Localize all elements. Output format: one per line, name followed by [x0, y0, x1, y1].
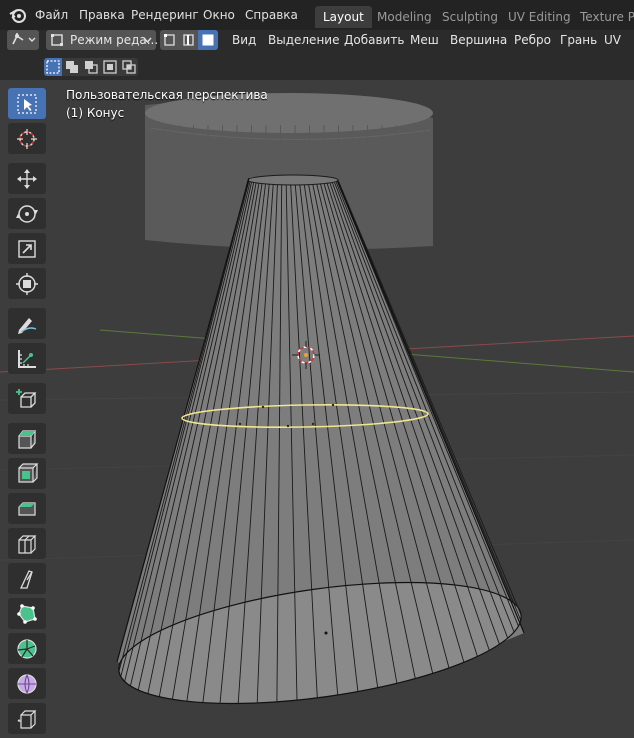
- add-cube-icon: [16, 389, 37, 408]
- tool-rotate[interactable]: [8, 198, 46, 229]
- measure-ruler-icon: [18, 350, 36, 368]
- header-menu-face[interactable]: Грань: [560, 30, 597, 50]
- mode-selector[interactable]: Режим реда...: [46, 30, 158, 50]
- header-menu-view[interactable]: Вид: [232, 30, 256, 50]
- face-select-icon: [202, 34, 214, 46]
- select-new-icon: [46, 60, 60, 74]
- tool-scale[interactable]: [8, 233, 46, 264]
- tool-extrude-region[interactable]: [8, 423, 46, 454]
- tab-uv-editing[interactable]: UV Editing: [500, 6, 579, 28]
- tool-poly-build[interactable]: [8, 598, 46, 629]
- select-extend-icon: [66, 61, 78, 73]
- select-extend-button[interactable]: [63, 58, 81, 76]
- edge-select-icon: [183, 34, 194, 46]
- tab-sculpting[interactable]: Sculpting: [434, 6, 506, 28]
- tool-cursor[interactable]: [8, 123, 46, 154]
- tool-spin[interactable]: [8, 633, 46, 664]
- knife-icon: [19, 570, 33, 589]
- header-menu-add[interactable]: Добавить: [344, 30, 404, 50]
- axes-icon: [12, 33, 36, 45]
- loop-cut-icon: [18, 535, 37, 554]
- inset-faces-icon: [18, 463, 39, 483]
- tool-transform[interactable]: [8, 268, 46, 299]
- tool-add-cube[interactable]: [8, 383, 46, 414]
- tool-shrink-fatten[interactable]: [8, 703, 46, 734]
- select-subtract-button[interactable]: [82, 58, 100, 76]
- select-new-button[interactable]: [44, 58, 62, 76]
- select-box-icon: [17, 94, 37, 114]
- tab-texture-paint[interactable]: Texture Pa: [572, 6, 634, 28]
- scene-canvas[interactable]: [0, 80, 634, 738]
- tab-layout[interactable]: Layout: [315, 6, 372, 28]
- smooth-sphere-icon: [17, 674, 37, 694]
- face-select-mode-button[interactable]: [198, 30, 218, 50]
- tool-inset-faces[interactable]: [8, 458, 46, 489]
- extrude-region-icon: [18, 430, 37, 449]
- tool-loop-cut[interactable]: [8, 528, 46, 559]
- header-menu-uv[interactable]: UV: [604, 30, 621, 50]
- rotate-icon: [16, 205, 38, 223]
- menu-window[interactable]: Окно: [203, 0, 235, 30]
- tool-measure[interactable]: [8, 343, 46, 374]
- move-icon: [17, 169, 37, 189]
- tool-select-box[interactable]: [8, 88, 46, 119]
- select-intersect-icon: [122, 60, 136, 74]
- tool-move[interactable]: [8, 163, 46, 194]
- menu-edit[interactable]: Правка: [79, 0, 125, 30]
- header-menu-mesh[interactable]: Меш: [410, 30, 439, 50]
- edge-select-mode-button[interactable]: [179, 30, 198, 50]
- header-menu-select[interactable]: Выделение: [268, 30, 339, 50]
- vertex-select-icon: [164, 34, 175, 46]
- editor-type-dropdown[interactable]: [7, 30, 39, 50]
- menu-render[interactable]: Рендеринг: [131, 0, 199, 30]
- shrink-fatten-icon: [17, 710, 37, 729]
- tool-annotate[interactable]: [8, 308, 46, 339]
- object-origin: [324, 631, 328, 635]
- 3d-viewport[interactable]: Пользовательская перспектива (1) Конус: [0, 80, 634, 738]
- select-intersect-button[interactable]: [120, 58, 138, 76]
- tool-knife[interactable]: [8, 563, 46, 594]
- spin-icon: [17, 639, 37, 659]
- header-menu-edge[interactable]: Ребро: [514, 30, 551, 50]
- tab-modeling[interactable]: Modeling: [369, 6, 440, 28]
- transform-icon: [16, 273, 38, 295]
- tool-smooth[interactable]: [8, 668, 46, 699]
- chevron-down-icon: [143, 37, 152, 43]
- select-invert-icon: [103, 60, 117, 74]
- select-invert-button[interactable]: [101, 58, 119, 76]
- edit-mode-icon: [51, 34, 63, 46]
- viewport-perspective-label: Пользовательская перспектива: [66, 88, 268, 102]
- select-subtract-icon: [85, 61, 98, 74]
- menu-file[interactable]: Файл: [35, 0, 68, 30]
- blender-logo-icon[interactable]: [8, 5, 28, 25]
- tool-bevel[interactable]: [8, 493, 46, 524]
- poly-build-icon: [17, 604, 37, 624]
- menu-help[interactable]: Справка: [245, 0, 298, 30]
- annotate-pencil-icon: [18, 318, 37, 334]
- scale-icon: [18, 240, 36, 258]
- vertex-select-mode-button[interactable]: [160, 30, 179, 50]
- cone-mesh[interactable]: [111, 174, 528, 725]
- viewport-object-label: (1) Конус: [66, 106, 125, 120]
- cursor-icon: [17, 129, 37, 149]
- top-bar: Файл Правка Рендеринг Окно Справка Layou…: [0, 0, 634, 30]
- header-menu-vertex[interactable]: Вершина: [450, 30, 507, 50]
- bevel-icon: [18, 502, 36, 516]
